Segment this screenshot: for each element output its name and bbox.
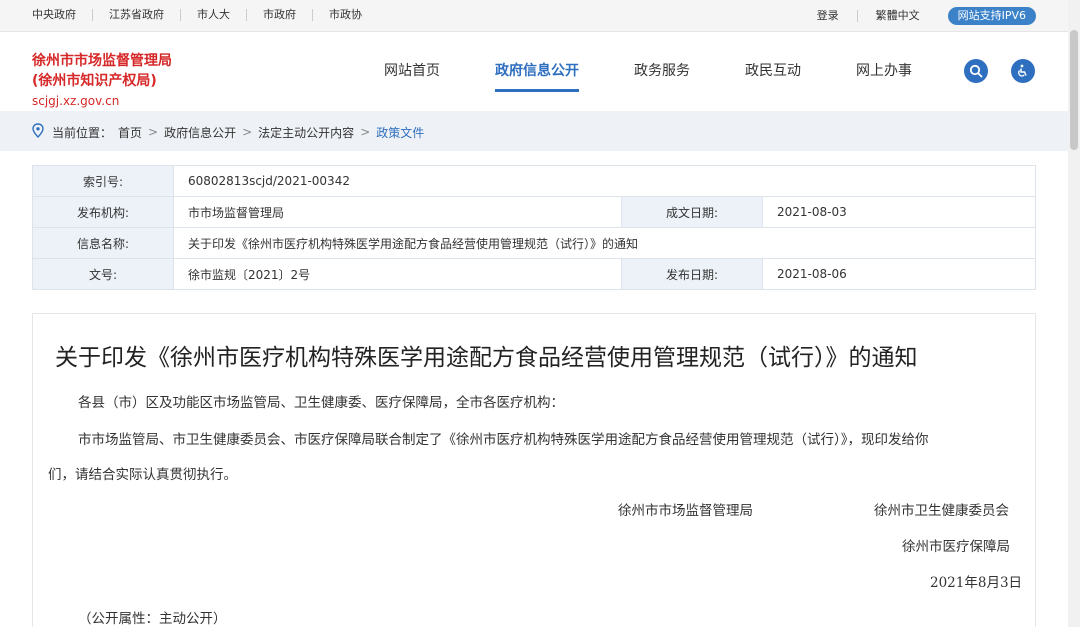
breadcrumb-legal-disclosure[interactable]: 法定主动公开内容 (258, 124, 354, 141)
info-name-label: 信息名称: (32, 227, 174, 259)
nav-gov-service[interactable]: 政务服务 (634, 60, 690, 92)
org-name: 徐州市市场监督管理局 (32, 53, 172, 69)
table-row: 信息名称: 关于印发《徐州市医疗机构特殊医学用途配方食品经营使用管理规范（试行）… (32, 227, 1036, 259)
article-addressee: 各县（市）区及功能区市场监管局、卫生健康委、医疗保障局，全市各医疗机构： (78, 395, 564, 411)
main-nav: 网站首页 政府信息公开 政务服务 政民互动 网上办事 (384, 60, 967, 92)
breadcrumb-separator: > (360, 125, 371, 139)
breadcrumb-home[interactable]: 首页 (118, 124, 142, 141)
location-pin-icon (32, 123, 44, 141)
info-name-value: 关于印发《徐州市医疗机构特殊医学用途配方食品经营使用管理规范（试行）》的通知 (173, 227, 1036, 259)
page-scrollbar[interactable] (1068, 0, 1080, 627)
ipv6-badge: 网站支持IPV6 (947, 7, 1036, 25)
org-subname: (徐州市知识产权局) (32, 73, 157, 89)
article-body-line: 市市场监管局、市卫生健康委员会、市医疗保障局联合制定了《徐州市医疗机构特殊医学用… (78, 432, 929, 448)
site-domain: scjgj.xz.gov.cn (32, 94, 120, 108)
nav-home[interactable]: 网站首页 (384, 60, 440, 92)
top-bar: 中央政府 江苏省政府 市人大 市政府 市政协 登录 繁體中文 网站支持IPV6 (0, 0, 1080, 32)
login-link[interactable]: 登录 (799, 10, 857, 22)
search-icon[interactable] (964, 59, 988, 83)
table-row: 发布机构: 市市场监督管理局 成文日期: 2021-08-03 (32, 196, 1036, 228)
top-link-city-gov[interactable]: 市政府 (246, 9, 312, 21)
written-date-value: 2021-08-03 (762, 196, 1036, 228)
site-header: 徐州市市场监督管理局 (徐州市知识产权局) scjgj.xz.gov.cn 网站… (0, 33, 1080, 111)
top-right: 登录 繁體中文 网站支持IPV6 (799, 7, 1036, 25)
top-link-central-gov[interactable]: 中央政府 (32, 9, 92, 21)
doc-number-label: 文号: (32, 258, 174, 290)
breadcrumb-separator: > (242, 125, 253, 139)
table-row: 文号: 徐市监规〔2021〕2号 发布日期: 2021-08-06 (32, 258, 1036, 290)
doc-number-value: 徐市监规〔2021〕2号 (173, 258, 622, 290)
signer-medical-security: 徐州市医疗保障局 (902, 539, 1010, 555)
scrollbar-thumb[interactable] (1070, 30, 1078, 150)
breadcrumb-prefix: 当前位置： (52, 125, 113, 140)
article-title: 关于印发《徐州市医疗机构特殊医学用途配方食品经营使用管理规范（试行）》的通知 (55, 345, 918, 371)
index-label: 索引号: (32, 165, 174, 197)
publish-date-value: 2021-08-06 (762, 258, 1036, 290)
top-links: 中央政府 江苏省政府 市人大 市政府 市政协 (32, 9, 378, 21)
nav-interaction[interactable]: 政民互动 (745, 60, 801, 92)
nav-gov-info[interactable]: 政府信息公开 (495, 60, 579, 92)
top-link-jiangsu-gov[interactable]: 江苏省政府 (92, 9, 180, 21)
table-row: 索引号: 60802813scjd/2021-00342 (32, 165, 1036, 197)
traditional-chinese-link[interactable]: 繁體中文 (856, 10, 938, 22)
publisher-value: 市市场监督管理局 (173, 196, 622, 228)
written-date-label: 成文日期: (621, 196, 763, 228)
site-logo[interactable]: 徐州市市场监督管理局 (徐州市知识产权局) scjgj.xz.gov.cn (32, 51, 172, 110)
signer-market-regulation: 徐州市市场监督管理局 (618, 503, 753, 519)
nav-online-service[interactable]: 网上办事 (856, 60, 912, 92)
accessibility-icon[interactable] (1011, 59, 1035, 83)
breadcrumb-current[interactable]: 政策文件 (376, 124, 424, 141)
article-date: 2021年8月3日 (930, 575, 1023, 591)
breadcrumb-gov-info[interactable]: 政府信息公开 (164, 124, 236, 141)
publisher-label: 发布机构: (32, 196, 174, 228)
index-value: 60802813scjd/2021-00342 (173, 165, 1036, 197)
top-link-cppcc[interactable]: 市政协 (312, 9, 378, 21)
article-body-line: 们，请结合实际认真贯彻执行。 (48, 467, 237, 483)
top-link-congress[interactable]: 市人大 (180, 9, 246, 21)
breadcrumb: 当前位置： 首页 > 政府信息公开 > 法定主动公开内容 > 政策文件 (0, 111, 1080, 151)
publish-date-label: 发布日期: (621, 258, 763, 290)
document-info-table: 索引号: 60802813scjd/2021-00342 发布机构: 市市场监督… (32, 165, 1036, 290)
breadcrumb-separator: > (148, 125, 159, 139)
disclosure-attribute: （公开属性：主动公开） (78, 611, 227, 627)
signer-health-commission: 徐州市卫生健康委员会 (874, 503, 1009, 519)
